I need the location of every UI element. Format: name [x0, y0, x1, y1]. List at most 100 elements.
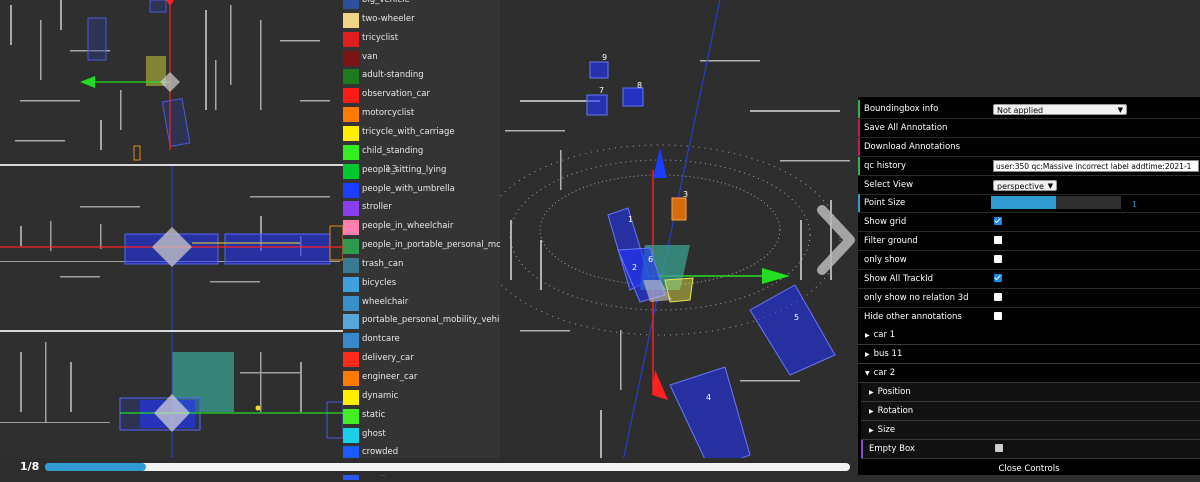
filter-ground-row: Filter ground	[858, 232, 1200, 251]
legend-item[interactable]: tricycle_with_carriage	[343, 124, 500, 143]
download-row[interactable]: Download Annotations	[858, 138, 1200, 157]
legend-label: people_sitting_lying	[362, 164, 447, 175]
legend-label: tricyclist	[362, 32, 399, 43]
front-view-pane[interactable]	[0, 332, 343, 458]
legend-item[interactable]: bicycles	[343, 275, 500, 294]
legend-item[interactable]: adult-standing	[343, 67, 500, 86]
legend-item[interactable]: static	[343, 407, 500, 426]
legend-item[interactable]: stroller	[343, 199, 500, 218]
only-show-no-relation-row: only show no relation 3d	[858, 289, 1200, 308]
point-size-value[interactable]: 1	[1132, 200, 1137, 209]
empty-box-row: Empty Box	[861, 440, 1200, 459]
side-view-canvas	[0, 166, 343, 330]
legend-color-swatch	[343, 182, 359, 198]
legend-color-swatch	[343, 12, 359, 28]
legend-item[interactable]: people_in_portable_personal_mo...	[343, 237, 509, 256]
legend-item[interactable]: engineer_car	[343, 369, 500, 388]
legend-item[interactable]: van	[343, 49, 500, 68]
legend-item[interactable]: delivery_car	[343, 350, 500, 369]
download-annotations-button[interactable]: Download Annotations	[864, 142, 960, 152]
qc-history-field[interactable]: user:350 qc:Massive incorrect label addt…	[993, 160, 1199, 172]
legend-item[interactable]: two-wheeler	[343, 11, 500, 30]
select-view-row: Select View perspective ▼	[858, 176, 1200, 195]
controls-panel: Boundingbox info Not applied ▼ Save All …	[858, 97, 1200, 475]
legend-label: dynamic	[362, 390, 399, 401]
front-view-canvas	[0, 332, 343, 458]
folder-size[interactable]: ▶ Size	[861, 421, 1200, 440]
frame-progress-bar[interactable]	[45, 463, 850, 471]
show-grid-label: Show grid	[864, 217, 907, 227]
legend-label: two-wheeler	[362, 13, 415, 24]
triangle-right-icon: ▶	[865, 332, 870, 339]
select-view-dropdown[interactable]: perspective ▼	[993, 180, 1057, 191]
legend-color-swatch	[343, 371, 359, 386]
legend-item[interactable]: dynamic	[343, 388, 500, 407]
save-all-button[interactable]: Save All Annotation	[864, 123, 947, 133]
only-show-no-relation-checkbox[interactable]	[994, 293, 1002, 301]
overlay-track-id: 13	[385, 164, 398, 175]
legend-item[interactable]: trash_can	[343, 256, 500, 275]
folder-bus-11[interactable]: ▶ bus 11	[858, 345, 1200, 364]
track-id-label: 6	[648, 255, 653, 264]
legend-item[interactable]: motorcyclist	[343, 105, 500, 124]
chevron-down-icon: ▼	[1047, 182, 1053, 190]
folder-rotation-label: Rotation	[877, 406, 914, 416]
triangle-right-icon: ▶	[865, 351, 870, 358]
track-id-label: 4	[706, 393, 711, 402]
legend-item[interactable]: child_standing	[343, 143, 500, 162]
only-show-row: only show	[858, 251, 1200, 270]
only-show-checkbox[interactable]	[994, 255, 1002, 263]
legend-color-swatch	[343, 31, 359, 47]
legend-label: adult-standing	[362, 70, 424, 81]
row-marker	[858, 157, 860, 175]
next-frame-arrow[interactable]	[804, 200, 864, 280]
box-3	[671, 197, 687, 221]
legend-item[interactable]: observation_car	[343, 86, 500, 105]
hide-other-row: Hide other annotations	[858, 308, 1200, 327]
legend-label: portable_personal_mobility_vehicle	[362, 315, 512, 326]
boundingbox-info-select[interactable]: Not applied ▼	[993, 104, 1127, 115]
legend-item[interactable]: portable_personal_mobility_vehicle	[343, 312, 512, 331]
select-view-value: perspective	[997, 182, 1044, 191]
filter-ground-checkbox[interactable]	[994, 236, 1002, 244]
show-all-trackid-checkbox[interactable]	[994, 274, 1002, 282]
side-view-pane[interactable]	[0, 166, 343, 330]
box-7	[586, 94, 608, 116]
legend-label: stroller	[362, 202, 392, 213]
folder-car-2[interactable]: ▼ car 2	[858, 364, 1200, 383]
hide-other-label: Hide other annotations	[864, 312, 962, 322]
box-4	[669, 366, 751, 471]
legend-item[interactable]: people_in_wheelchair	[343, 218, 500, 237]
folder-position-label: Position	[877, 387, 911, 397]
legend-item[interactable]: people_sitting_lying	[343, 162, 500, 181]
hide-other-checkbox[interactable]	[994, 312, 1002, 320]
legend-color-swatch	[343, 88, 359, 104]
qc-history-label: qc history	[864, 161, 907, 171]
legend-item[interactable]: dontcare	[343, 331, 500, 350]
save-all-row[interactable]: Save All Annotation	[858, 119, 1200, 138]
track-id-label: 8	[637, 81, 642, 90]
legend-item[interactable]: people_with_umbrella	[343, 181, 500, 200]
folder-rotation[interactable]: ▶ Rotation	[861, 402, 1200, 421]
close-controls-button[interactable]: Close Controls	[858, 462, 1200, 475]
point-size-row: Point Size 1	[858, 194, 1200, 213]
empty-box-checkbox[interactable]	[995, 444, 1003, 452]
show-grid-checkbox[interactable]	[994, 217, 1002, 225]
legend-color-swatch	[343, 314, 359, 330]
folder-size-label: Size	[877, 425, 896, 435]
legend-item[interactable]: big_vehicle	[343, 0, 500, 11]
boundingbox-info-value: Not applied	[997, 106, 1044, 115]
legend-label: static	[362, 409, 386, 420]
legend-label: observation_car	[362, 89, 430, 100]
top-view-pane[interactable]	[0, 0, 343, 164]
legend-item[interactable]: ghost	[343, 426, 500, 445]
legend-item[interactable]: tricyclist	[343, 30, 500, 49]
legend-color-swatch	[343, 0, 359, 9]
legend-item[interactable]: wheelchair	[343, 294, 500, 313]
boundingbox-info-row: Boundingbox info Not applied ▼	[858, 100, 1200, 119]
folder-position[interactable]: ▶ Position	[861, 383, 1200, 402]
folder-car-1[interactable]: ▶ car 1	[858, 326, 1200, 345]
legend-label: people_in_wheelchair	[362, 221, 454, 232]
legend-label: wheelchair	[362, 296, 409, 307]
point-size-slider[interactable]	[991, 196, 1121, 209]
